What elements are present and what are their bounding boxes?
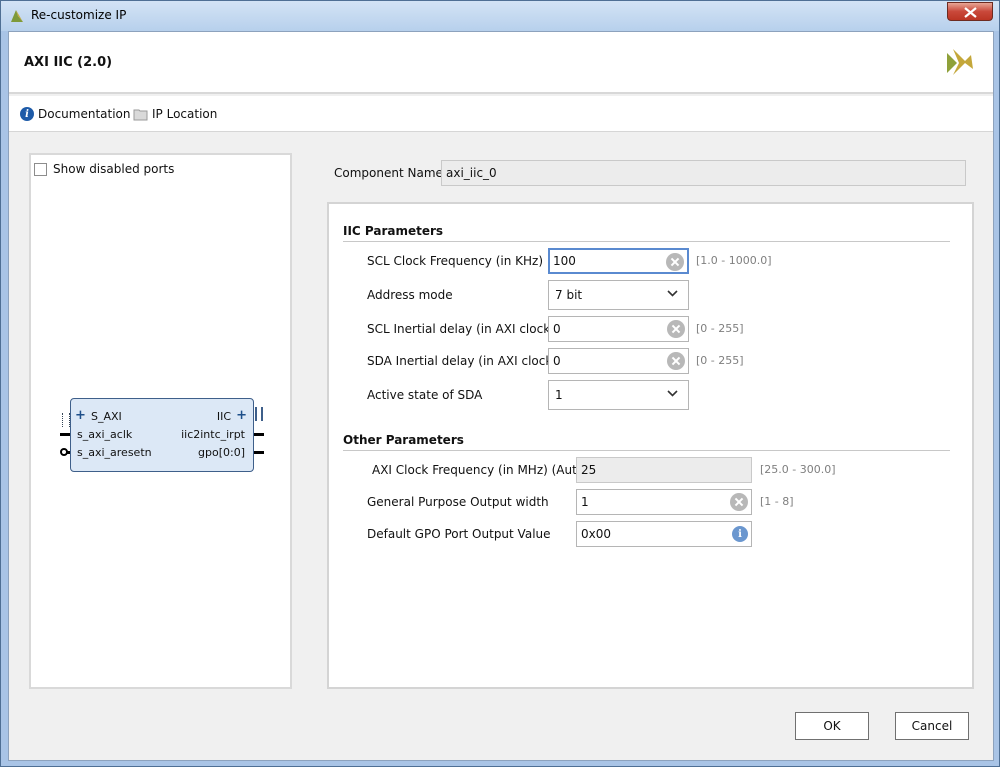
dialog-window: Re-customize IP AXI IIC (2.0) i Document… [0,0,1000,767]
iic-bus-pin [255,407,263,421]
iic-parameters-title: IIC Parameters [343,224,444,238]
address-mode-select[interactable]: 7 bit [548,280,689,310]
gpo-pin [254,451,264,454]
scl-delay-range: [0 - 255] [696,322,744,335]
port-s-axi: S_AXI [91,410,122,423]
clear-icon[interactable] [666,253,684,271]
symbol-panel: Show disabled ports + S_AXI s_axi_aclk s… [29,153,292,689]
scl-delay-input[interactable]: 0 [548,316,689,342]
info-icon[interactable]: i [732,526,748,542]
close-icon [964,7,977,18]
documentation-label: Documentation [38,107,131,121]
port-iic2intc-irpt: iic2intc_irpt [181,428,245,441]
address-mode-value: 7 bit [555,288,583,302]
xilinx-logo-icon [947,49,973,75]
port-s-axi-aclk: s_axi_aclk [77,428,133,441]
port-s-axi-aresetn: s_axi_aresetn [77,446,152,459]
sda-delay-label: SDA Inertial delay (in AXI clocks) [367,354,564,368]
ip-title: AXI IIC (2.0) [24,55,113,70]
gpo-width-input[interactable]: 1 [576,489,752,515]
sda-delay-range: [0 - 255] [696,354,744,367]
axi-clock-field: 25 [576,457,752,483]
port-gpo: gpo[0:0] [198,446,245,459]
axi-clock-label: AXI Clock Frequency (in MHz) (Auto) [372,463,589,477]
scl-delay-label: SCL Inertial delay (in AXI clocks) [367,322,562,336]
documentation-link[interactable]: i Documentation [20,106,131,122]
axi-clock-range: [25.0 - 300.0] [760,463,836,476]
gpo-width-label: General Purpose Output width [367,495,549,509]
expand-iic-icon[interactable]: + [236,408,247,423]
window-title: Re-customize IP [31,8,127,22]
clear-icon[interactable] [667,320,685,338]
scl-freq-input[interactable]: 100 [548,248,689,274]
close-button[interactable] [947,2,993,21]
folder-icon [133,109,148,120]
chevron-down-icon [667,390,678,397]
sda-active-value: 1 [555,388,563,402]
dialog-header: AXI IIC (2.0) [9,32,993,94]
parameters-panel: IIC Parameters SCL Clock Frequency (in K… [327,202,974,689]
iic2intc-irpt-pin [254,433,264,436]
sda-delay-value: 0 [553,354,561,368]
section-divider [343,450,950,451]
sda-active-select[interactable]: 1 [548,380,689,410]
gpo-width-range: [1 - 8] [760,495,794,508]
clear-icon[interactable] [730,493,748,511]
scl-freq-range: [1.0 - 1000.0] [696,254,772,267]
show-disabled-checkbox[interactable] [34,163,47,176]
other-parameters-title: Other Parameters [343,433,464,447]
scl-delay-value: 0 [553,322,561,336]
ok-button[interactable]: OK [795,712,869,740]
sda-delay-input[interactable]: 0 [548,348,689,374]
clear-icon[interactable] [667,352,685,370]
scl-freq-label: SCL Clock Frequency (in KHz) [367,254,544,268]
scl-freq-value: 100 [553,254,576,268]
sda-active-label: Active state of SDA [367,388,483,402]
gpo-default-value: 0x00 [581,527,612,541]
section-divider [343,241,950,242]
show-disabled-label: Show disabled ports [53,162,175,176]
ip-block-symbol[interactable]: + S_AXI s_axi_aclk s_axi_aresetn IIC + i… [70,398,254,472]
expand-s-axi-icon[interactable]: + [75,408,86,423]
gpo-default-label: Default GPO Port Output Value [367,527,551,541]
ip-location-link[interactable]: IP Location [133,106,217,122]
info-icon: i [20,107,34,121]
port-iic: IIC [216,410,231,423]
s-axi-aclk-pin [60,433,70,436]
s-axi-bus-pin [62,413,70,427]
chevron-down-icon [667,290,678,297]
component-name-label: Component Name [334,166,443,180]
address-mode-label: Address mode [367,288,453,302]
toolbar: i Documentation IP Location [9,96,993,132]
vivado-logo-icon [11,10,23,22]
title-bar[interactable]: Re-customize IP [1,1,999,31]
gpo-width-value: 1 [581,495,589,509]
gpo-default-input[interactable]: 0x00 i [576,521,752,547]
component-name-field[interactable]: axi_iic_0 [441,160,966,186]
ip-location-label: IP Location [152,107,218,121]
cancel-button[interactable]: Cancel [895,712,969,740]
active-low-bubble [60,448,68,456]
dialog-client: AXI IIC (2.0) i Documentation IP Locatio… [8,31,994,761]
